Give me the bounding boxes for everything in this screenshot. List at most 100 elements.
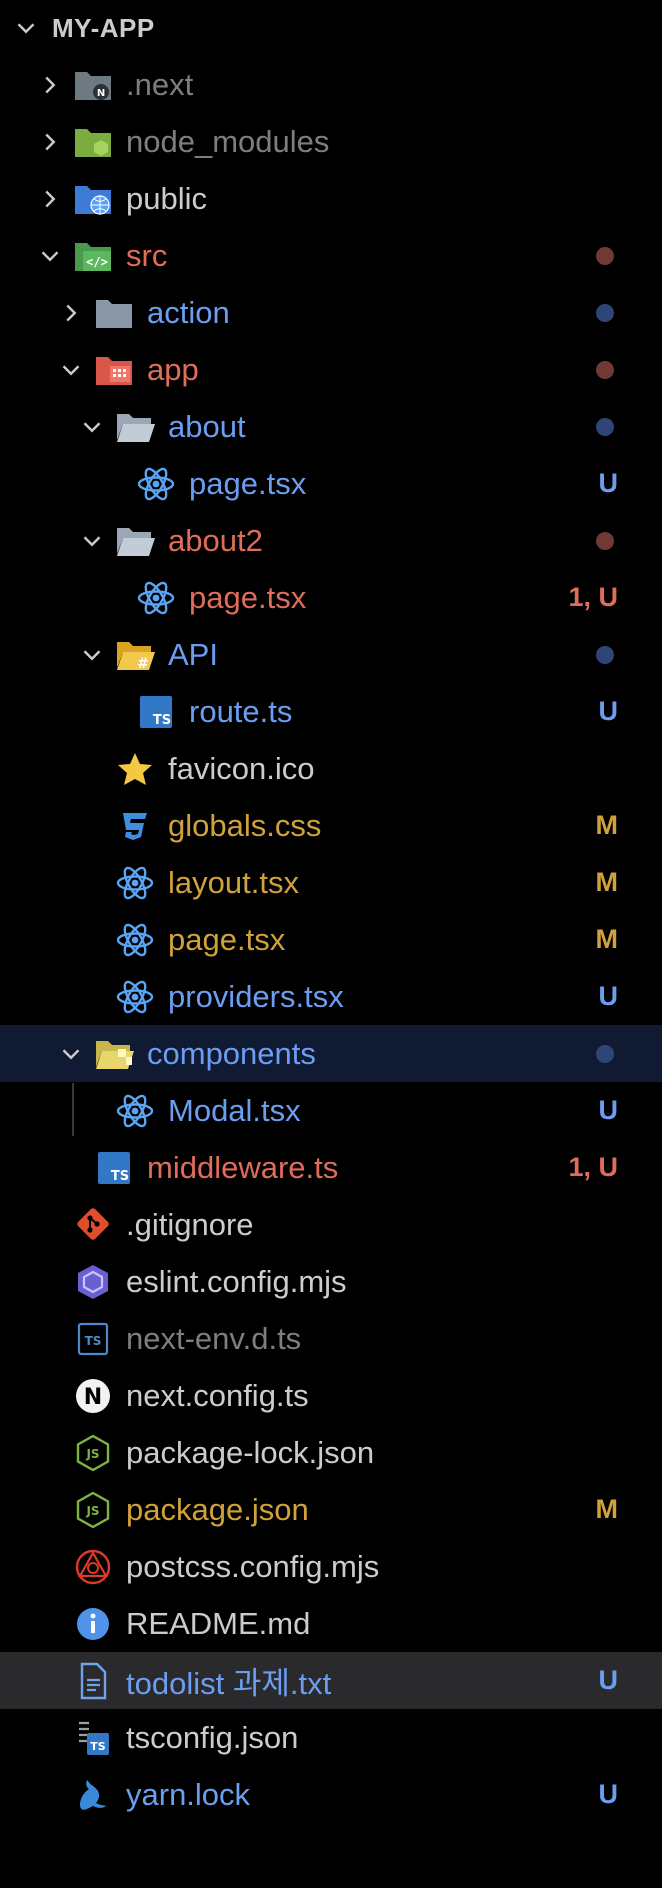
git-status-badge: U bbox=[598, 468, 619, 498]
folder-icon bbox=[93, 294, 135, 332]
tsconfig-icon: TS bbox=[72, 1719, 114, 1757]
git-status-badge: 1, U bbox=[568, 1152, 618, 1182]
svg-text:TS: TS bbox=[90, 1740, 106, 1753]
react-icon bbox=[114, 978, 156, 1016]
file-row[interactable]: page.tsx U bbox=[0, 455, 662, 512]
git-icon bbox=[72, 1206, 114, 1244]
svg-text:N: N bbox=[97, 88, 105, 99]
next-icon: N bbox=[72, 1377, 114, 1415]
file-row[interactable]: JS package-lock.json bbox=[0, 1424, 662, 1481]
item-label: page.tsx bbox=[168, 921, 286, 957]
item-label: action bbox=[147, 294, 230, 330]
chevron-right-icon[interactable] bbox=[36, 71, 64, 99]
item-label: node_modules bbox=[126, 123, 330, 159]
item-label: app bbox=[147, 351, 199, 387]
chevron-right-icon[interactable] bbox=[36, 185, 64, 213]
yarn-icon bbox=[72, 1776, 114, 1814]
file-row[interactable]: README.md bbox=[0, 1595, 662, 1652]
components-folder-icon bbox=[93, 1035, 135, 1073]
file-row[interactable]: TS tsconfig.json bbox=[0, 1709, 662, 1766]
folder-row[interactable]: app bbox=[0, 341, 662, 398]
postcss-icon bbox=[72, 1548, 114, 1586]
item-label: package.json bbox=[126, 1491, 309, 1527]
react-icon bbox=[114, 921, 156, 959]
file-row[interactable]: TS route.ts U bbox=[0, 683, 662, 740]
app-folder-icon bbox=[93, 351, 135, 389]
explorer-section-header[interactable]: MY-APP bbox=[0, 0, 662, 56]
chevron-down-icon[interactable] bbox=[57, 356, 85, 384]
svg-text:TS: TS bbox=[111, 1169, 129, 1184]
chevron-down-icon[interactable] bbox=[78, 641, 106, 669]
star-icon bbox=[114, 750, 156, 788]
folder-row[interactable]: # API bbox=[0, 626, 662, 683]
item-label: about bbox=[168, 408, 246, 444]
typescript-icon: TS bbox=[135, 693, 177, 731]
file-row[interactable]: JS package.json M bbox=[0, 1481, 662, 1538]
git-status-badge: U bbox=[598, 1779, 619, 1809]
chevron-down-icon[interactable] bbox=[78, 413, 106, 441]
chevron-right-icon[interactable] bbox=[36, 128, 64, 156]
next-folder-icon: N bbox=[72, 66, 114, 104]
file-row[interactable]: layout.tsx M bbox=[0, 854, 662, 911]
folder-row[interactable]: N .next bbox=[0, 56, 662, 113]
file-row[interactable]: globals.css M bbox=[0, 797, 662, 854]
git-status-dot bbox=[596, 417, 614, 436]
chevron-down-icon[interactable] bbox=[36, 242, 64, 270]
react-icon bbox=[135, 465, 177, 503]
git-status-badge: U bbox=[598, 696, 619, 726]
item-label: page.tsx bbox=[189, 465, 307, 501]
svg-text:#: # bbox=[137, 656, 149, 672]
item-label: Modal.tsx bbox=[168, 1092, 301, 1128]
svg-text:JS: JS bbox=[85, 1447, 99, 1461]
chevron-down-icon[interactable] bbox=[12, 14, 40, 42]
chevron-down-icon[interactable] bbox=[78, 527, 106, 555]
file-row[interactable]: .gitignore bbox=[0, 1196, 662, 1253]
svg-text:</>: </> bbox=[86, 255, 108, 269]
chevron-down-icon[interactable] bbox=[57, 1040, 85, 1068]
file-row[interactable]: eslint.config.mjs bbox=[0, 1253, 662, 1310]
chevron-right-icon[interactable] bbox=[57, 299, 85, 327]
file-row[interactable]: providers.tsx U bbox=[0, 968, 662, 1025]
folder-row[interactable]: about2 bbox=[0, 512, 662, 569]
nodejs-icon: JS bbox=[72, 1434, 114, 1472]
folder-row[interactable]: components bbox=[0, 1025, 662, 1082]
file-row[interactable]: TS next-env.d.ts bbox=[0, 1310, 662, 1367]
file-row[interactable]: page.tsx 1, U bbox=[0, 569, 662, 626]
folder-row[interactable]: action bbox=[0, 284, 662, 341]
item-label: postcss.config.mjs bbox=[126, 1548, 380, 1584]
svg-text:TS: TS bbox=[153, 713, 171, 728]
item-label: eslint.config.mjs bbox=[126, 1263, 347, 1299]
item-label: next.config.ts bbox=[126, 1377, 309, 1413]
git-status-dot bbox=[596, 246, 614, 265]
folder-row[interactable]: node_modules bbox=[0, 113, 662, 170]
file-row[interactable]: Modal.tsx U bbox=[0, 1082, 662, 1139]
item-label: package-lock.json bbox=[126, 1434, 375, 1470]
git-status-dot bbox=[596, 531, 614, 550]
item-label: .gitignore bbox=[126, 1206, 254, 1242]
git-status-badge: U bbox=[598, 1095, 619, 1125]
folder-row[interactable]: public bbox=[0, 170, 662, 227]
item-label: favicon.ico bbox=[168, 750, 315, 786]
file-explorer: MY-APP N .next node_modulespublic </> src act… bbox=[0, 0, 662, 1888]
indent-guide bbox=[72, 1083, 74, 1136]
item-label: API bbox=[168, 636, 218, 672]
folder-row[interactable]: </> src bbox=[0, 227, 662, 284]
file-row[interactable]: yarn.lock U bbox=[0, 1766, 662, 1823]
folder-row[interactable]: about bbox=[0, 398, 662, 455]
git-status-badge: M bbox=[595, 924, 619, 954]
nodejs-icon: JS bbox=[72, 1491, 114, 1529]
item-label: README.md bbox=[126, 1605, 311, 1641]
file-row[interactable]: Nnext.config.ts bbox=[0, 1367, 662, 1424]
react-icon bbox=[135, 579, 177, 617]
file-row[interactable]: favicon.ico bbox=[0, 740, 662, 797]
file-row[interactable]: todolist 과제.txt U bbox=[0, 1652, 662, 1709]
file-row[interactable]: page.tsx M bbox=[0, 911, 662, 968]
api-folder-icon: # bbox=[114, 636, 156, 674]
file-row[interactable]: postcss.config.mjs bbox=[0, 1538, 662, 1595]
item-label: layout.tsx bbox=[168, 864, 299, 900]
item-label: about2 bbox=[168, 522, 263, 558]
file-row[interactable]: TS middleware.ts 1, U bbox=[0, 1139, 662, 1196]
public-folder-icon bbox=[72, 180, 114, 218]
eslint-icon bbox=[72, 1263, 114, 1301]
git-status-badge: U bbox=[598, 1665, 619, 1695]
